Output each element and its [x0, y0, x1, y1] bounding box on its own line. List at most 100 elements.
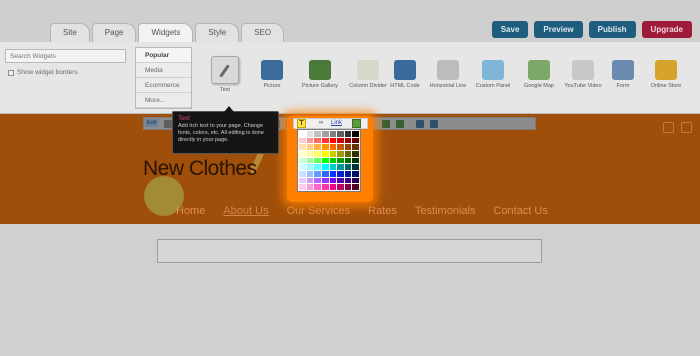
widget-custom-panel[interactable]: Custom Panel [468, 56, 518, 89]
undo-button[interactable] [382, 120, 390, 128]
color-swatch[interactable] [321, 164, 329, 170]
color-swatch[interactable] [352, 131, 359, 137]
color-swatch[interactable] [306, 177, 314, 184]
color-swatch[interactable] [314, 137, 321, 144]
color-swatch[interactable] [299, 150, 306, 157]
text-color-button[interactable]: T [297, 119, 306, 128]
color-swatch[interactable] [321, 184, 329, 190]
site-title[interactable]: New Clothes [143, 157, 257, 181]
widget-google-map[interactable]: Google Map [514, 56, 564, 89]
color-swatch[interactable] [344, 150, 352, 157]
tab-site[interactable]: Site [50, 23, 90, 42]
color-swatch[interactable] [337, 131, 344, 137]
tab-style[interactable]: Style [195, 23, 240, 42]
color-swatch[interactable] [299, 170, 306, 177]
upgrade-button[interactable]: Upgrade [641, 21, 692, 38]
search-widgets-input[interactable] [5, 49, 126, 63]
nav-home[interactable]: Home [176, 205, 205, 217]
color-swatch[interactable] [321, 157, 329, 164]
color-swatch[interactable] [314, 170, 321, 177]
source-icon[interactable] [430, 120, 438, 128]
color-swatch[interactable] [306, 184, 314, 190]
content-drop-area[interactable] [157, 239, 542, 263]
color-swatch[interactable] [306, 150, 314, 157]
color-swatch[interactable] [337, 157, 344, 164]
color-swatch[interactable] [306, 131, 314, 137]
nav-about-us[interactable]: About Us [223, 205, 268, 217]
color-swatch[interactable] [329, 177, 337, 184]
link-button[interactable]: Link [331, 120, 342, 126]
color-swatch[interactable] [344, 131, 352, 137]
color-swatch[interactable] [337, 177, 344, 184]
color-swatch[interactable] [306, 170, 314, 177]
color-swatch[interactable] [321, 131, 329, 137]
color-swatch[interactable] [321, 150, 329, 157]
color-swatch[interactable] [344, 144, 352, 150]
color-swatch[interactable] [299, 184, 306, 190]
color-swatch[interactable] [352, 184, 359, 190]
color-swatch[interactable] [314, 150, 321, 157]
publish-button[interactable]: Publish [588, 21, 636, 38]
nav-contact-us[interactable]: Contact Us [493, 205, 547, 217]
color-swatch[interactable] [314, 144, 321, 150]
insert-image-icon[interactable] [352, 119, 361, 128]
color-swatch[interactable] [344, 157, 352, 164]
category-ecommerce[interactable]: Ecommerce [136, 78, 191, 93]
color-swatch[interactable] [352, 170, 359, 177]
color-swatch[interactable] [344, 164, 352, 170]
widget-picture-gallery[interactable]: Picture Gallery [295, 56, 345, 89]
color-swatch[interactable] [299, 131, 306, 137]
color-swatch[interactable] [306, 137, 314, 144]
edit-header-icon[interactable] [663, 122, 674, 133]
color-swatch[interactable] [299, 177, 306, 184]
category-popular[interactable]: Popular [136, 48, 191, 63]
color-swatch[interactable] [299, 144, 306, 150]
category-more[interactable]: More... [136, 93, 191, 108]
color-swatch[interactable] [314, 164, 321, 170]
tab-widgets[interactable]: Widgets [138, 23, 194, 42]
color-swatch[interactable] [337, 144, 344, 150]
color-swatch[interactable] [337, 137, 344, 144]
color-swatch[interactable] [337, 164, 344, 170]
widget-text[interactable]: Text [200, 56, 250, 93]
color-swatch[interactable] [344, 177, 352, 184]
color-swatch[interactable] [306, 144, 314, 150]
preview-button[interactable]: Preview [534, 21, 583, 38]
color-swatch[interactable] [329, 164, 337, 170]
nav-rates[interactable]: Rates [368, 205, 397, 217]
save-button[interactable]: Save [491, 21, 529, 38]
color-swatch[interactable] [329, 131, 337, 137]
color-swatch[interactable] [299, 164, 306, 170]
color-swatch[interactable] [321, 144, 329, 150]
show-borders-checkbox[interactable] [8, 69, 14, 76]
color-swatch[interactable] [321, 177, 329, 184]
color-swatch[interactable] [314, 184, 321, 190]
category-media[interactable]: Media [136, 63, 191, 78]
color-swatch[interactable] [306, 164, 314, 170]
color-swatch[interactable] [314, 131, 321, 137]
widget-horizontal-line[interactable]: Horizontal Line [423, 56, 473, 89]
color-swatch[interactable] [321, 170, 329, 177]
tab-seo[interactable]: SEO [241, 23, 285, 42]
color-swatch[interactable] [329, 137, 337, 144]
color-swatch[interactable] [299, 137, 306, 144]
nav-our-services[interactable]: Our Services [287, 205, 351, 217]
color-swatch[interactable] [337, 170, 344, 177]
color-swatch[interactable] [329, 184, 337, 190]
color-swatch[interactable] [352, 177, 359, 184]
color-swatch[interactable] [329, 170, 337, 177]
color-swatch[interactable] [314, 177, 321, 184]
color-swatch[interactable] [329, 150, 337, 157]
show-borders-row[interactable]: Show widget borders [8, 69, 78, 76]
color-swatch[interactable] [337, 184, 344, 190]
color-swatch[interactable] [352, 164, 359, 170]
color-swatch[interactable] [306, 157, 314, 164]
color-swatch[interactable] [329, 144, 337, 150]
color-swatch[interactable] [344, 170, 352, 177]
header-settings-icon[interactable] [681, 122, 692, 133]
widget-picture[interactable]: Picture [247, 56, 297, 89]
bold-button[interactable] [164, 120, 172, 128]
color-swatch[interactable] [352, 137, 359, 144]
tab-page[interactable]: Page [91, 23, 137, 42]
color-swatch[interactable] [329, 157, 337, 164]
